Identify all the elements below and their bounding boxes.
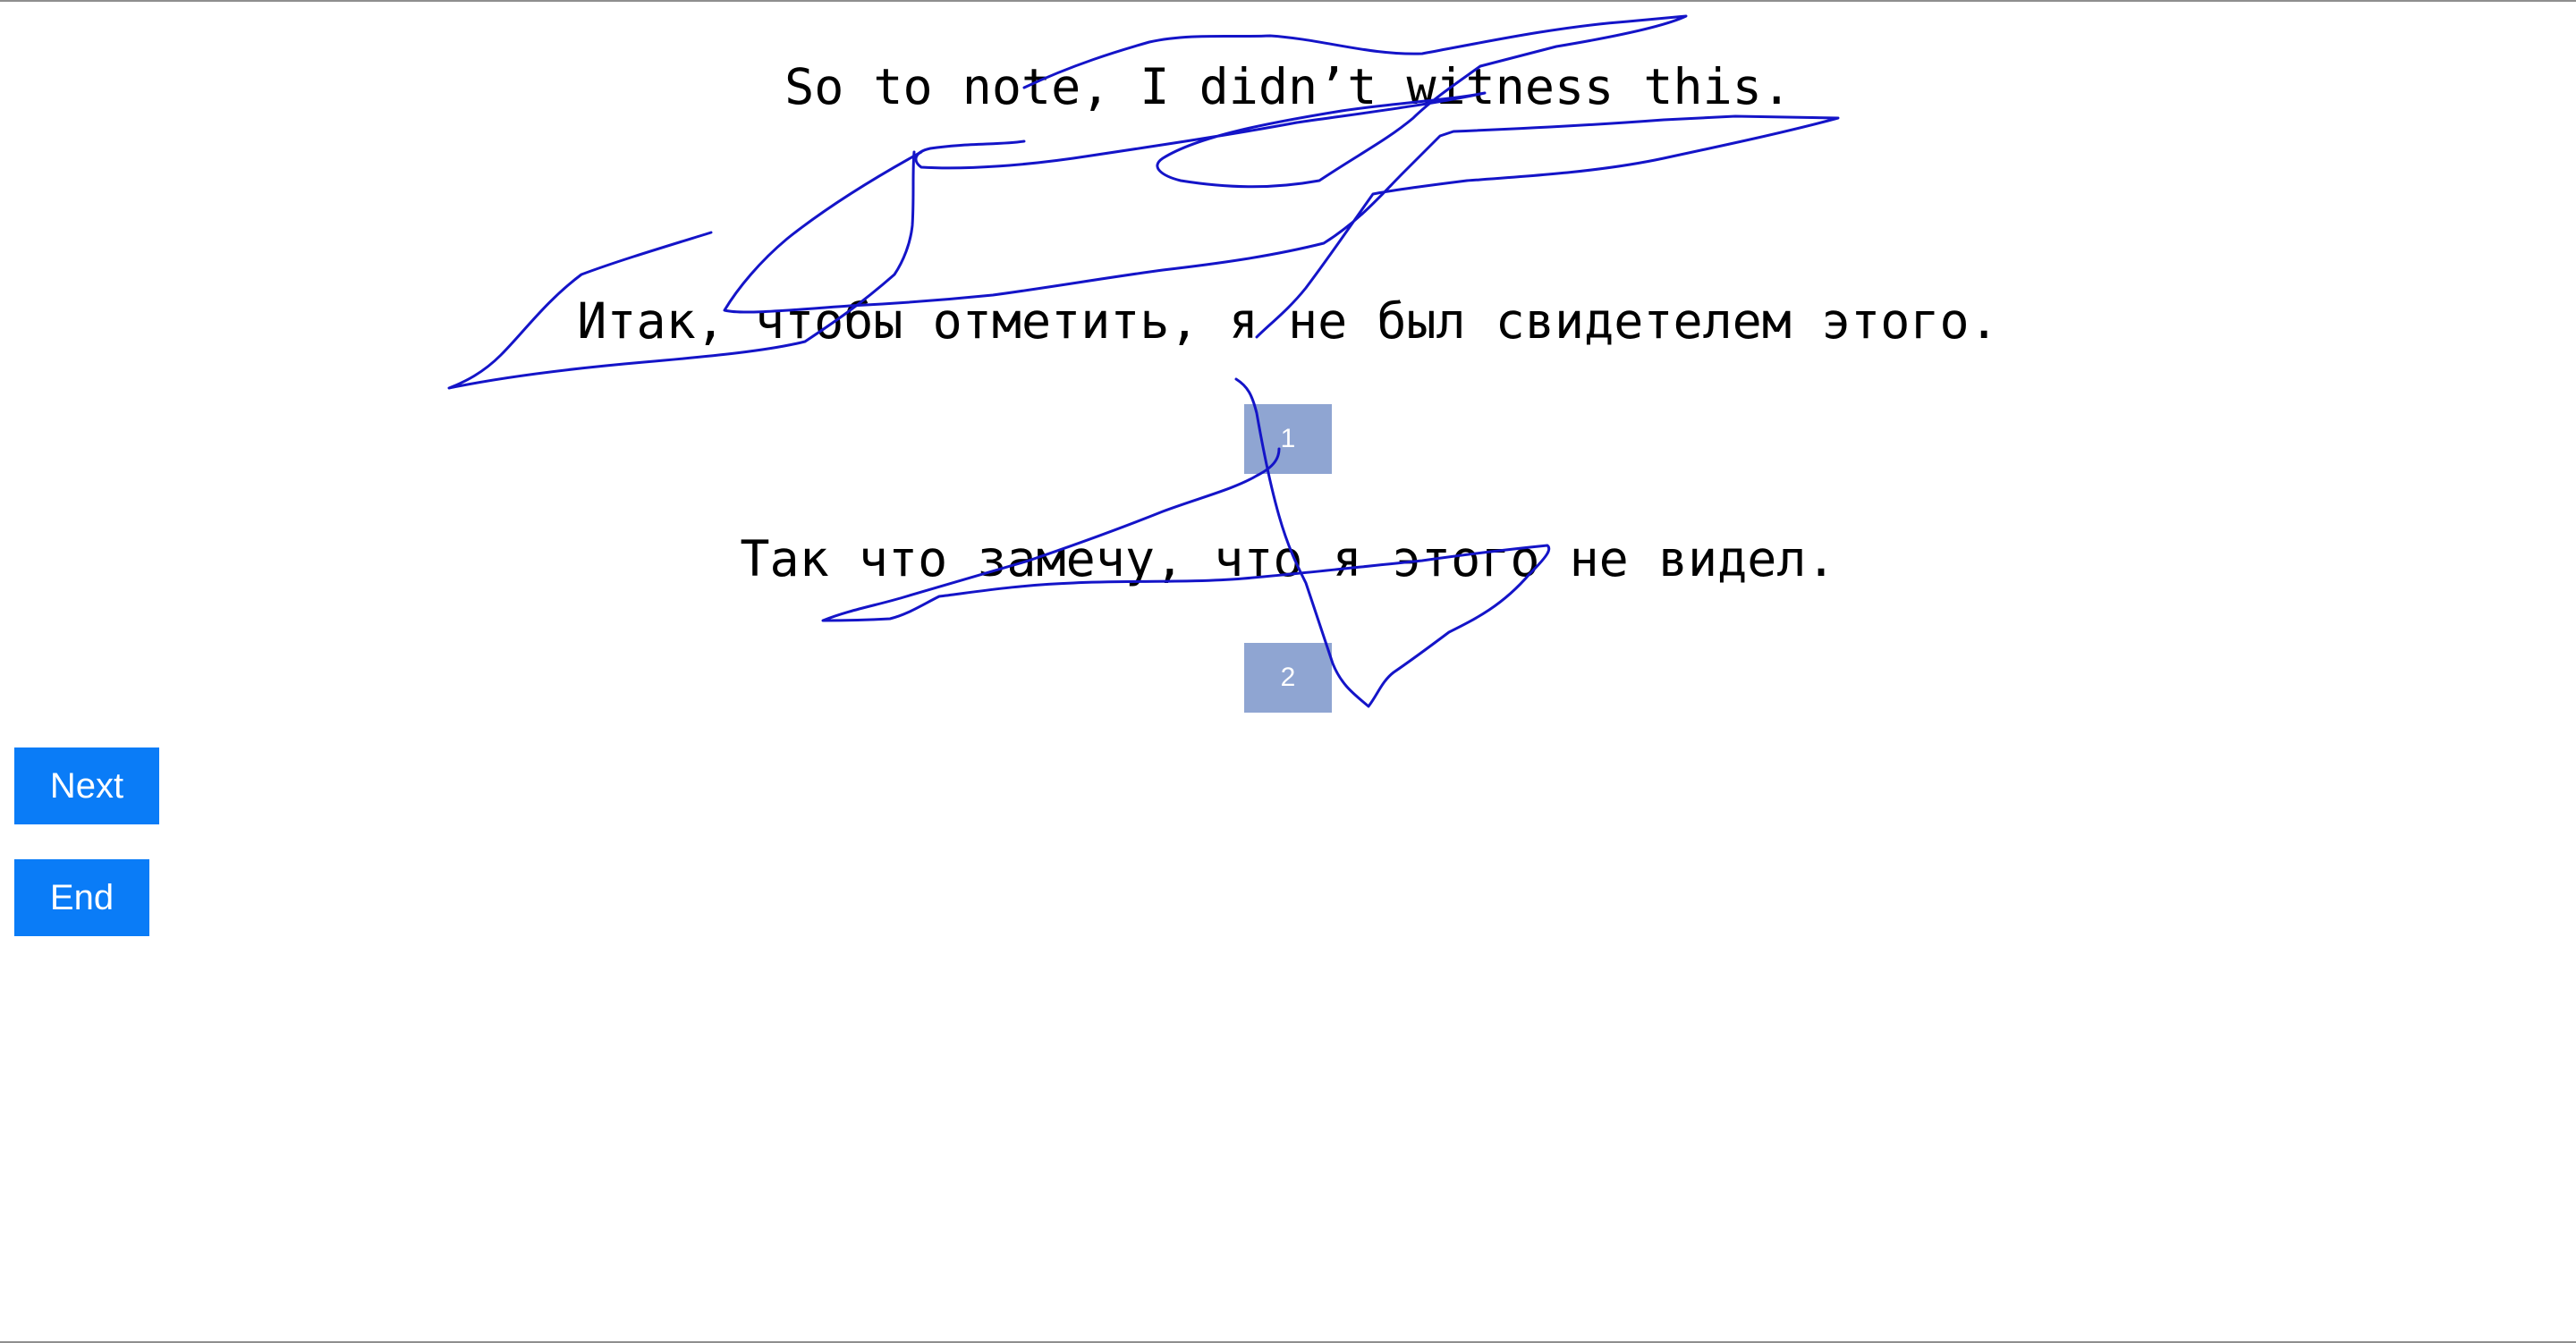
rank-box-1[interactable]: 1 bbox=[1244, 404, 1332, 474]
rank-box-2[interactable]: 2 bbox=[1244, 643, 1332, 713]
reference-sentence: Итак, чтобы отметить, я не был свидетеле… bbox=[577, 292, 1999, 350]
source-sentence: So to note, I didn’t witness this. bbox=[784, 58, 1792, 115]
candidate-sentence: Так что замечу, что я этого не видел. bbox=[740, 530, 1836, 587]
annotation-canvas[interactable]: So to note, I didn’t witness this. Итак,… bbox=[0, 0, 2576, 1343]
end-button[interactable]: End bbox=[14, 859, 149, 936]
ink-stroke-middle-sweep bbox=[447, 150, 916, 390]
next-button[interactable]: Next bbox=[14, 748, 159, 824]
